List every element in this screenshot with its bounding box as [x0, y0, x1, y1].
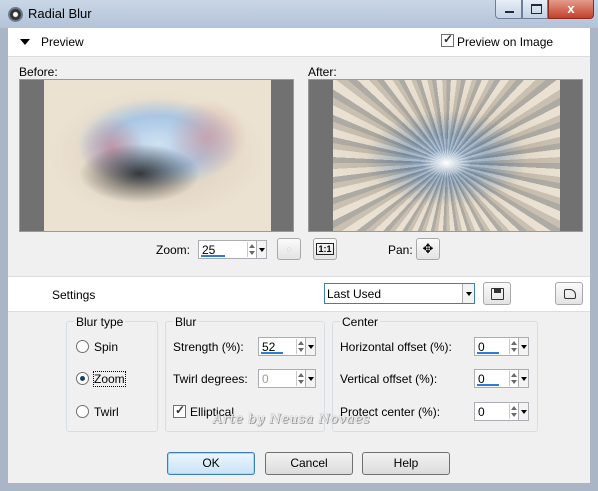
manage-presets-button[interactable]	[555, 282, 583, 305]
title-bar[interactable]: Radial Blur x	[0, 0, 598, 28]
horizontal-dropdown-icon[interactable]	[518, 338, 528, 355]
horizontal-offset-stepper[interactable]: 0	[474, 337, 529, 356]
twirl-degrees-stepper[interactable]: 0	[258, 369, 316, 388]
center-title: Center	[340, 315, 381, 329]
preview-label: Preview	[41, 35, 84, 49]
watermark-text: Arte by Neusa Novaes	[213, 412, 371, 427]
chevron-down-icon[interactable]	[462, 284, 474, 303]
vertical-dropdown-icon[interactable]	[518, 370, 528, 387]
before-preview-image	[44, 80, 271, 231]
close-button[interactable]: x	[548, 0, 594, 19]
vertical-spin-arrows-icon[interactable]	[509, 371, 518, 386]
strength-dropdown-icon[interactable]	[305, 338, 315, 355]
zoom-label: Zoom:	[156, 243, 191, 257]
dialog-body: Preview Preview on Image Before: After: …	[8, 28, 590, 483]
pan-label: Pan:	[388, 243, 413, 257]
vertical-offset-stepper[interactable]: 0	[474, 369, 529, 388]
one-to-one-label: 1:1	[316, 243, 334, 255]
after-preview-pane[interactable]	[308, 79, 583, 232]
move-arrows-icon: ✥	[422, 241, 434, 256]
twirl-degrees-label: Twirl degrees:	[173, 372, 248, 386]
protect-center-value[interactable]: 0	[478, 405, 485, 419]
protect-center-stepper[interactable]: 0	[474, 402, 529, 421]
before-label: Before:	[19, 65, 58, 79]
maximize-button[interactable]	[522, 0, 548, 19]
strength-label: Strength (%):	[173, 340, 244, 354]
cancel-button[interactable]: Cancel	[265, 452, 353, 475]
zoom-slider-bar[interactable]	[201, 255, 225, 257]
close-icon: x	[567, 1, 575, 16]
horizontal-offset-label: Horizontal offset (%):	[340, 340, 452, 354]
vertical-offset-label: Vertical offset (%):	[340, 372, 438, 386]
zoom-spin-arrows-icon[interactable]	[247, 242, 256, 257]
zoom-one-to-one-button[interactable]: 1:1	[313, 238, 337, 260]
floppy-disk-icon	[491, 288, 504, 300]
minimize-button[interactable]	[495, 0, 522, 19]
preview-on-image-checkbox[interactable]	[441, 32, 454, 47]
preview-on-image-label[interactable]: Preview on Image	[457, 35, 553, 49]
fit-icon: ◌	[286, 244, 292, 254]
blur-title: Blur	[173, 315, 199, 329]
zoom-radio[interactable]	[76, 372, 89, 385]
horizontal-slider-bar[interactable]	[477, 352, 499, 354]
after-label: After:	[308, 65, 337, 79]
resource-manager-icon	[564, 289, 576, 299]
ok-button[interactable]: OK	[167, 452, 255, 475]
protect-spin-arrows-icon[interactable]	[509, 404, 518, 419]
twirl-radio[interactable]	[76, 405, 89, 418]
blur-type-group: Blur type Spin Zoom Twirl	[66, 315, 158, 432]
spin-radio[interactable]	[76, 340, 89, 353]
twirl-degrees-value[interactable]: 0	[262, 372, 269, 386]
before-preview-pane[interactable]	[19, 79, 294, 232]
preset-dropdown[interactable]: Last Used	[324, 283, 475, 304]
camera-lens-icon	[8, 7, 23, 22]
pan-button[interactable]: ✥	[416, 238, 440, 260]
preset-value[interactable]: Last Used	[327, 287, 381, 301]
save-preset-button[interactable]	[483, 282, 511, 305]
collapse-triangle-icon[interactable]	[20, 39, 30, 45]
settings-label: Settings	[52, 288, 96, 302]
window-title: Radial Blur	[28, 6, 92, 21]
strength-spin-arrows-icon[interactable]	[296, 339, 305, 354]
blur-type-title: Blur type	[74, 315, 126, 329]
after-preview-image	[333, 80, 560, 231]
zoom-stepper[interactable]: 25	[198, 240, 267, 259]
twirl-dropdown-icon[interactable]	[305, 370, 315, 387]
twirl-spin-arrows-icon[interactable]	[296, 371, 305, 386]
zoom-to-fit-button[interactable]: ◌	[277, 238, 301, 260]
elliptical-checkbox[interactable]	[173, 403, 186, 418]
preview-header: Preview Preview on Image	[8, 28, 590, 57]
strength-slider-bar[interactable]	[261, 352, 283, 354]
help-button[interactable]: Help	[362, 452, 450, 475]
vertical-slider-bar[interactable]	[477, 384, 499, 386]
twirl-label[interactable]: Twirl	[94, 405, 119, 419]
strength-stepper[interactable]: 52	[258, 337, 316, 356]
spin-label[interactable]: Spin	[94, 340, 118, 354]
settings-bar: Settings Last Used	[8, 276, 590, 312]
protect-dropdown-icon[interactable]	[518, 403, 528, 420]
horizontal-spin-arrows-icon[interactable]	[509, 339, 518, 354]
dialog-window: Radial Blur x Preview Preview on Image B…	[0, 0, 598, 491]
zoom-label-option[interactable]: Zoom	[93, 371, 126, 387]
zoom-dropdown-icon[interactable]	[256, 241, 266, 258]
